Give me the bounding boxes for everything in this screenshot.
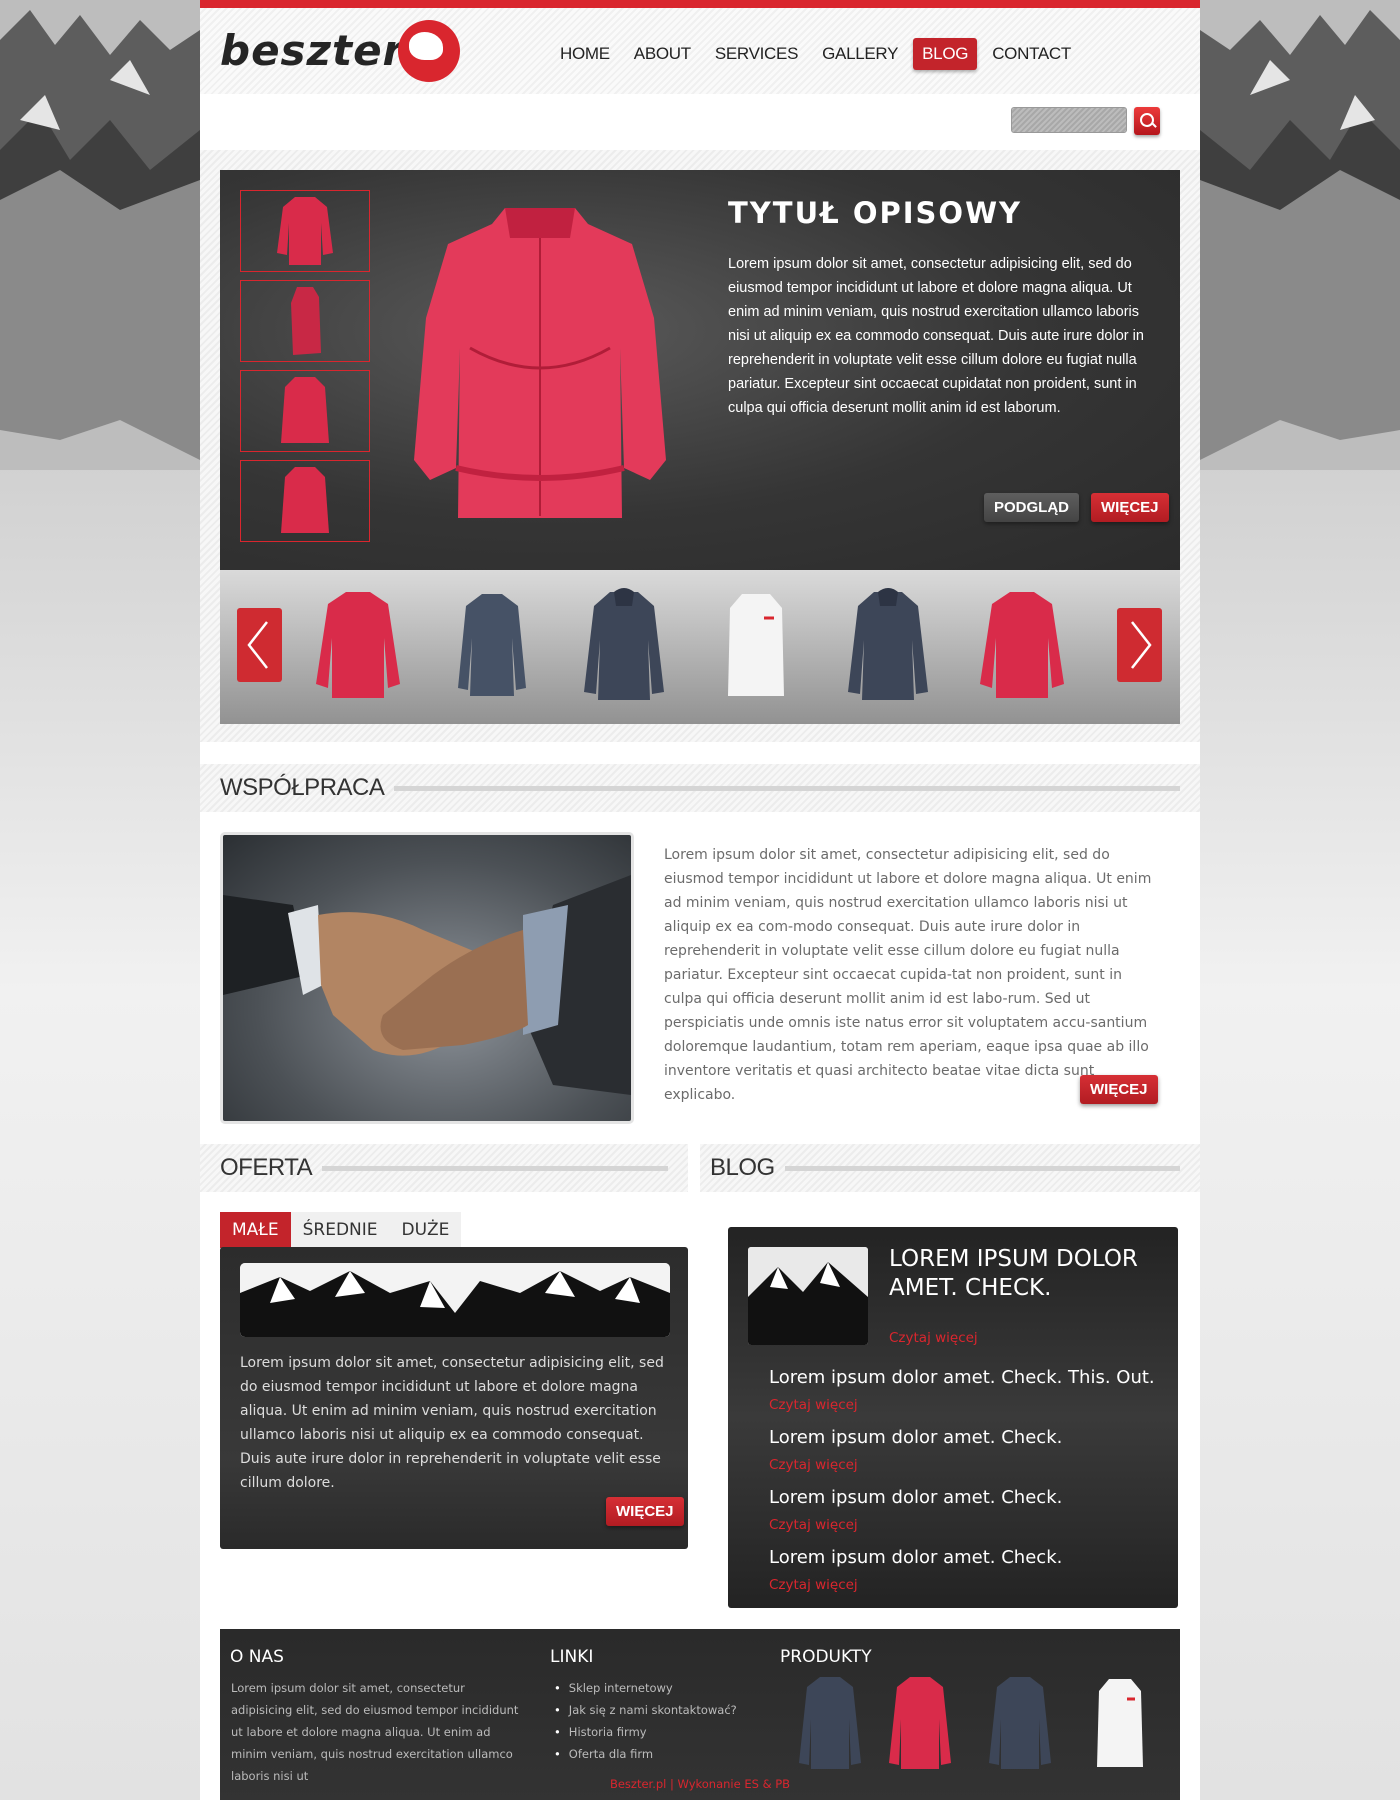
tab-large[interactable]: DUŻE <box>389 1212 462 1248</box>
footer-link[interactable]: Sklep internetowy <box>554 1677 737 1699</box>
feature-slider: TYTUŁ OPISOWY Lorem ipsum dolor sit amet… <box>220 170 1180 570</box>
blog-item-3-read-more[interactable]: Czytaj więcej <box>769 1517 858 1533</box>
cooperation-more-button[interactable]: WIĘCEJ <box>1080 1075 1158 1104</box>
offer-text: Lorem ipsum dolor sit amet, consectetur … <box>240 1355 664 1491</box>
blog-item-1[interactable]: Lorem ipsum dolor amet. Check. This. Out… <box>769 1367 1155 1388</box>
search-icon[interactable] <box>1134 107 1160 135</box>
tab-medium[interactable]: ŚREDNIE <box>290 1212 390 1248</box>
logo[interactable]: beszter <box>220 18 460 88</box>
offer-panel: Lorem ipsum dolor sit amet, consectetur … <box>220 1247 688 1549</box>
footer-link[interactable]: Jak się z nami skontaktować? <box>554 1699 737 1721</box>
handshake-photo <box>220 832 634 1124</box>
blog-panel: LOREM IPSUM DOLOR AMET. CHECK. Czytaj wi… <box>728 1227 1178 1608</box>
offer-tabs: MAŁE ŚREDNIE DUŻE <box>220 1212 462 1248</box>
blog-heading: BLOG <box>700 1144 1200 1192</box>
footer-links-heading: LINKI <box>550 1647 594 1667</box>
feature-buttons: PODGLĄD WIĘCEJ <box>984 493 1169 522</box>
chevron-left-icon[interactable] <box>237 608 282 682</box>
footer-product-red-fleece[interactable] <box>885 1673 955 1773</box>
feature-more-button[interactable]: WIĘCEJ <box>1091 493 1169 522</box>
blog-item-2-read-more[interactable]: Czytaj więcej <box>769 1457 858 1473</box>
blog-item-4-read-more[interactable]: Czytaj więcej <box>769 1577 858 1593</box>
footer-product-navy-parka[interactable] <box>985 1673 1055 1773</box>
nav-contact[interactable]: CONTACT <box>983 38 1080 70</box>
offer-heading: OFERTA <box>200 1144 688 1192</box>
footer-product-navy-jacket[interactable] <box>795 1673 865 1773</box>
footer-products-heading: PRODUKTY <box>780 1647 872 1667</box>
top-accent-bar <box>200 0 1200 8</box>
feature-thumb-1[interactable] <box>240 190 370 272</box>
nav-home[interactable]: HOME <box>551 38 619 70</box>
page-container: beszter HOME ABOUT SERVICES GALLERY BLOG… <box>200 0 1200 1800</box>
feature-thumb-2[interactable] <box>240 280 370 362</box>
carousel-item-navy-parka[interactable] <box>838 588 938 706</box>
cooperation-title: WSPÓŁPRACA <box>220 774 385 801</box>
blog-featured-image <box>748 1247 868 1345</box>
jacket-product-image <box>414 208 666 518</box>
nav-blog[interactable]: BLOG <box>913 38 978 70</box>
header: beszter HOME ABOUT SERVICES GALLERY BLOG… <box>200 8 1200 94</box>
cooperation-text: Lorem ipsum dolor sit amet, consectetur … <box>664 847 1152 1103</box>
footer: O NAS Lorem ipsum dolor sit amet, consec… <box>220 1629 1180 1800</box>
preview-button[interactable]: PODGLĄD <box>984 493 1079 522</box>
bear-logo-icon <box>398 20 460 82</box>
blog-item-4[interactable]: Lorem ipsum dolor amet. Check. <box>769 1547 1062 1568</box>
feature-description: Lorem ipsum dolor sit amet, consectetur … <box>728 256 1144 416</box>
feature-title: TYTUŁ OPISOWY <box>728 196 1023 230</box>
nav-services[interactable]: SERVICES <box>706 38 807 70</box>
footer-product-white-vest[interactable] <box>1085 1673 1155 1773</box>
carousel-item-navy-jacket[interactable] <box>574 588 674 706</box>
product-carousel <box>220 570 1180 724</box>
search-input[interactable] <box>1011 107 1127 133</box>
mountain-backdrop-right <box>1200 0 1400 470</box>
tab-small[interactable]: MAŁE <box>220 1212 291 1248</box>
nav-gallery[interactable]: GALLERY <box>813 38 907 70</box>
footer-links: Sklep internetowy Jak się z nami skontak… <box>554 1677 737 1765</box>
footer-about-text: Lorem ipsum dolor sit amet, consectetur … <box>231 1681 519 1783</box>
chevron-right-icon[interactable] <box>1117 608 1162 682</box>
offer-more-button[interactable]: WIĘCEJ <box>606 1497 684 1526</box>
footer-link[interactable]: Historia firmy <box>554 1721 737 1743</box>
main-nav: HOME ABOUT SERVICES GALLERY BLOG CONTACT <box>551 38 1080 70</box>
cooperation-heading: WSPÓŁPRACA <box>200 764 1200 812</box>
heading-divider <box>784 1165 1180 1171</box>
footer-about-heading: O NAS <box>230 1647 284 1667</box>
heading-divider <box>394 785 1180 791</box>
offer-title: OFERTA <box>220 1154 313 1181</box>
footer-copyright: Beszter.pl | Wykonanie ES & PB <box>609 1777 791 1791</box>
carousel-item-white-vest[interactable] <box>706 588 806 706</box>
blog-item-2[interactable]: Lorem ipsum dolor amet. Check. <box>769 1427 1062 1448</box>
blog-featured-read-more[interactable]: Czytaj więcej <box>889 1330 978 1346</box>
footer-link[interactable]: Oferta dla firm <box>554 1743 737 1765</box>
carousel-item-red-fleece[interactable] <box>308 588 408 706</box>
blog-featured-title: LOREM IPSUM DOLOR AMET. CHECK. <box>889 1246 1138 1301</box>
carousel-item-red-fleece-2[interactable] <box>972 588 1072 706</box>
nav-about[interactable]: ABOUT <box>625 38 700 70</box>
blog-title: BLOG <box>710 1154 775 1181</box>
feature-thumb-3[interactable] <box>240 370 370 452</box>
heading-divider <box>322 1165 668 1171</box>
carousel-item-navy-sweater[interactable] <box>442 588 542 706</box>
mountain-backdrop-left <box>0 0 200 470</box>
blog-item-1-read-more[interactable]: Czytaj więcej <box>769 1397 858 1413</box>
feature-thumb-4[interactable] <box>240 460 370 542</box>
logo-wordmark: beszter <box>220 26 405 75</box>
mountains-banner <box>240 1263 670 1337</box>
blog-item-3[interactable]: Lorem ipsum dolor amet. Check. <box>769 1487 1062 1508</box>
